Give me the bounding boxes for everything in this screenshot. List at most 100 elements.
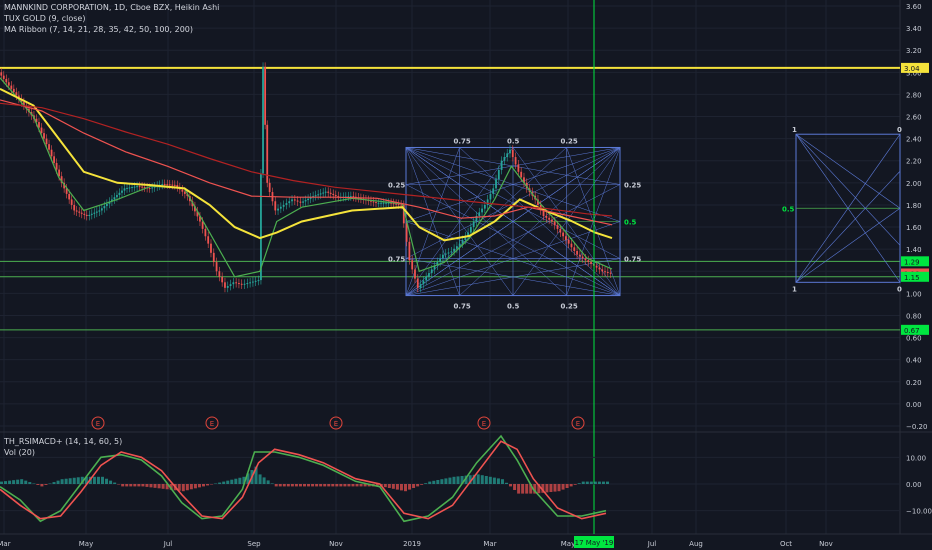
price-candle	[226, 286, 229, 288]
price-candle	[456, 246, 458, 249]
price-candle	[481, 208, 483, 213]
sub-histogram-bar	[448, 477, 452, 484]
y-tick-label: 0.00	[906, 401, 922, 409]
sub-histogram-bar	[597, 481, 601, 484]
sub-histogram-bar	[64, 478, 68, 484]
sub-histogram-bar	[525, 484, 529, 494]
sub-histogram-bar	[197, 484, 201, 488]
sub-histogram-bar	[189, 484, 193, 490]
sub-histogram-bar	[323, 484, 327, 487]
sub-histogram-bar	[238, 477, 242, 484]
sub-histogram-bar	[303, 484, 306, 487]
sub-histogram-bar	[12, 480, 16, 484]
price-candle	[121, 190, 123, 193]
price-candle	[329, 192, 332, 194]
price-candle	[511, 149, 514, 158]
x-tick-label: Nov	[329, 540, 343, 548]
price-candle	[349, 196, 352, 198]
sub-histogram-bar	[230, 479, 234, 484]
sub-histogram-bar	[327, 484, 331, 487]
price-candle	[5, 78, 8, 83]
sub-histogram-bar	[16, 479, 20, 484]
sub-histogram-bar	[96, 476, 100, 484]
price-candle	[304, 200, 307, 202]
fib-box-label: 0.5	[782, 205, 795, 213]
crosshair-date: 17 May '19	[575, 539, 614, 547]
price-candle	[584, 258, 587, 261]
sub-histogram-bar	[161, 484, 165, 489]
sub-histogram-bar	[404, 484, 407, 492]
sub-histogram-bar	[149, 484, 153, 488]
price-candle	[100, 208, 103, 211]
sub-histogram-bar	[101, 476, 104, 484]
sub-histogram-bar	[105, 478, 109, 484]
y-tick-label: 2.00	[906, 180, 922, 188]
sub-histogram-bar	[444, 478, 448, 484]
fib-box-label: 0	[897, 285, 902, 293]
price-candle	[509, 149, 511, 154]
price-candle	[148, 187, 151, 189]
sub-histogram-bar	[133, 484, 137, 487]
sub-histogram-bar	[0, 481, 3, 484]
price-candle	[327, 191, 330, 193]
price-candle	[141, 186, 144, 188]
fib-fan-bottom-label: 0.5	[507, 303, 520, 311]
price-candle	[442, 254, 444, 259]
fib-fan-right-label: 0.25	[624, 182, 641, 190]
sub-histogram-bar	[282, 484, 286, 487]
price-candle	[492, 188, 495, 194]
sub-histogram-bar	[226, 480, 230, 484]
price-candle	[419, 284, 422, 288]
earnings-marker-label: E	[210, 420, 214, 428]
price-candle	[334, 195, 337, 197]
sub-histogram-bar	[436, 480, 440, 484]
price-candle	[548, 217, 551, 220]
price-candle	[93, 212, 96, 214]
sub-histogram-bar	[585, 481, 589, 484]
sub-histogram-bar	[355, 484, 359, 487]
price-candle	[299, 201, 302, 203]
price-candle	[581, 256, 584, 259]
price-candle	[282, 204, 285, 207]
price-candle	[296, 200, 299, 202]
price-candle	[324, 191, 327, 193]
price-candle	[609, 272, 612, 274]
price-candle	[570, 243, 573, 248]
price-candle	[453, 248, 456, 252]
y-tick-label: 0.40	[906, 357, 922, 365]
price-candle	[422, 280, 425, 285]
sub-histogram-bar	[4, 481, 8, 484]
price-candle	[232, 282, 235, 285]
sub-histogram-bar	[577, 483, 581, 484]
price-candle	[444, 253, 447, 255]
sub-histogram-bar	[202, 484, 205, 487]
sub-histogram-bar	[52, 482, 56, 484]
price-candle	[279, 206, 282, 209]
sub-histogram-bar	[335, 484, 339, 487]
price-candle	[587, 260, 590, 263]
y-tick-label: 1.80	[906, 202, 922, 210]
sub-histogram-bar	[488, 476, 492, 484]
y-tick-label: 2.80	[906, 91, 922, 99]
chart-root: 3.603.403.203.002.802.602.402.202.001.80…	[0, 0, 932, 550]
price-candle	[291, 199, 293, 202]
sub-histogram-bar	[456, 476, 460, 484]
y-tick-label: 1.60	[906, 224, 922, 232]
x-tick-label: May	[79, 540, 93, 548]
price-candle	[78, 211, 81, 213]
sub-histogram-bar	[553, 484, 557, 492]
price-candle	[285, 203, 288, 205]
price-candle	[48, 144, 50, 150]
price-candle	[428, 273, 430, 277]
fib-fan-top-label: 0.25	[561, 137, 578, 145]
x-tick-label: Jul	[647, 540, 657, 548]
price-candle	[166, 184, 169, 186]
price-candle	[0, 72, 3, 76]
price-candle	[385, 202, 387, 204]
sub-histogram-bar	[258, 474, 262, 484]
price-candle	[375, 202, 377, 204]
price-candle	[520, 171, 523, 178]
sub-histogram-bar	[383, 484, 387, 488]
price-candle	[70, 199, 73, 205]
price-candle	[500, 160, 503, 170]
